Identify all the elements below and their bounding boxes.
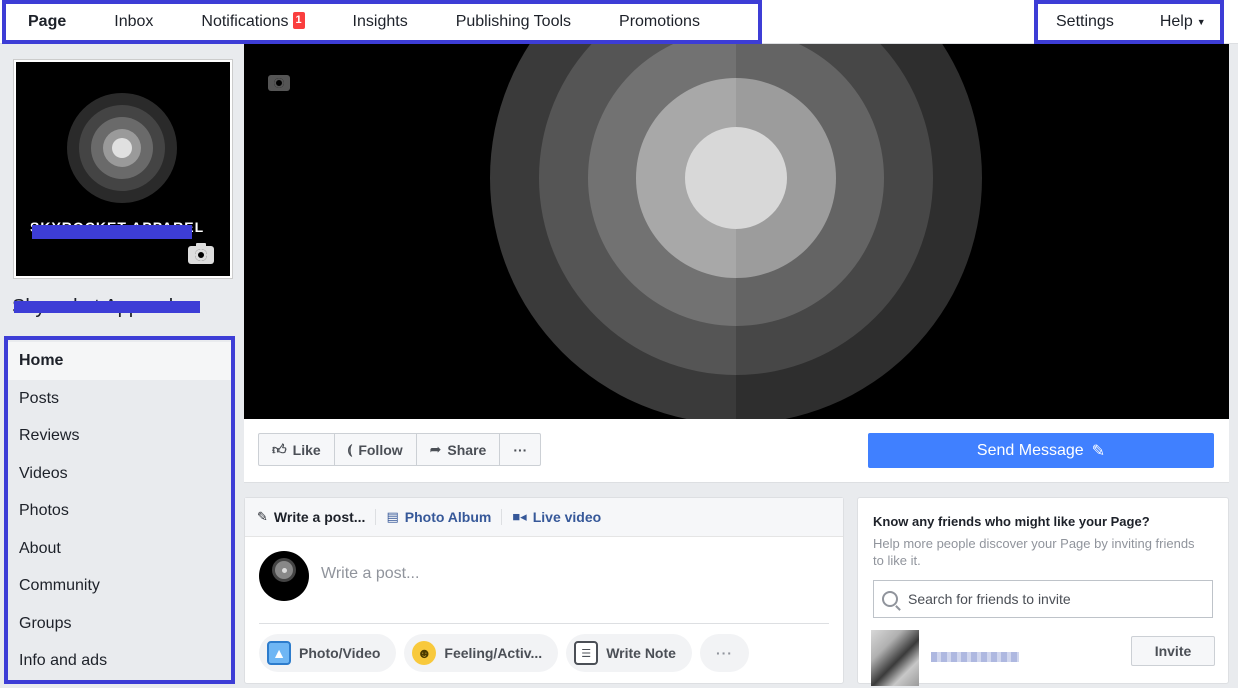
search-icon (882, 591, 898, 607)
thumbs-up-icon: 👍︎ (272, 441, 287, 457)
feeling-activity-label: Feeling/Activ... (444, 645, 543, 661)
sidebar-item-info-and-ads[interactable]: Info and ads (8, 642, 231, 680)
feeling-activity-button[interactable]: ☻ Feeling/Activ... (404, 634, 559, 672)
more-label: ··· (513, 441, 528, 458)
tab-live-video-label: Live video (532, 509, 602, 525)
avatar (259, 551, 309, 601)
profile-picture[interactable]: SKYROCKET APPAREL (13, 59, 233, 279)
tab-live-video[interactable]: ■◂ Live video (512, 509, 611, 525)
tab-inbox[interactable]: Inbox (114, 13, 153, 31)
cover-core (685, 127, 787, 229)
tab-promotions[interactable]: Promotions (619, 13, 700, 31)
tab-photo-album[interactable]: ▤ Photo Album (386, 509, 503, 525)
send-message-label: Send Message (976, 441, 1084, 459)
friend-suggestion-row: Invite (871, 630, 1215, 686)
sidebar-item-photos[interactable]: Photos (8, 492, 231, 530)
camera-icon[interactable] (188, 243, 214, 264)
composer-actions: ▲ Photo/Video ☻ Feeling/Activ... ☰ Write… (245, 624, 843, 682)
composer-body: Write a post... (245, 537, 843, 623)
help-dropdown[interactable]: Help ▼ (1160, 13, 1206, 31)
pencil-icon: ✎ (257, 509, 268, 524)
friend-name-redacted (931, 652, 1019, 662)
invite-description: Help more people discover your Page by i… (873, 536, 1195, 568)
smiley-icon: ☻ (412, 641, 437, 665)
page-sidebar-nav: Home Posts Reviews Videos Photos About C… (4, 336, 235, 684)
photo-video-label: Photo/Video (299, 645, 381, 661)
video-camera-icon: ■◂ (512, 509, 527, 524)
tab-page[interactable]: Page (28, 13, 66, 31)
invite-button[interactable]: Invite (1131, 636, 1215, 666)
tab-insights[interactable]: Insights (353, 13, 408, 31)
page-nav-right: Settings Help ▼ (1034, 0, 1224, 44)
logo-core (112, 138, 132, 158)
cover-photo[interactable] (244, 44, 1229, 419)
like-button[interactable]: 👍︎ Like (259, 434, 335, 465)
share-label: Share (447, 441, 487, 458)
invite-friends-card: Know any friends who might like your Pag… (857, 497, 1229, 686)
tab-write-post-label: Write a post... (273, 509, 366, 525)
pencil-icon: ✎ (1091, 442, 1106, 460)
post-text-input[interactable]: Write a post... (321, 565, 419, 583)
tab-notifications-label: Notifications (201, 13, 289, 30)
more-options-button[interactable]: ··· (500, 434, 540, 465)
post-composer: ✎ Write a post... ▤ Photo Album ■◂ Live … (244, 497, 844, 684)
note-icon: ☰ (574, 641, 599, 665)
follow-label: Follow (358, 441, 403, 458)
sidebar-item-reviews[interactable]: Reviews (8, 417, 231, 455)
sidebar-item-community[interactable]: Community (8, 567, 231, 605)
tab-write-post[interactable]: ✎ Write a post... (257, 509, 377, 525)
camera-icon[interactable] (268, 75, 290, 91)
share-arrow-icon: ➦ (429, 441, 442, 457)
tab-publishing-tools[interactable]: Publishing Tools (456, 13, 571, 31)
invite-search-box[interactable] (873, 580, 1213, 618)
page-action-bar: 👍︎ Like ⦅ Follow ➦ Share ··· Send Messag… (244, 419, 1229, 483)
sidebar-item-home[interactable]: Home (8, 342, 231, 380)
share-button[interactable]: ➦ Share (417, 434, 501, 465)
composer-tabs: ✎ Write a post... ▤ Photo Album ■◂ Live … (245, 498, 843, 537)
page-nav-tabs: Page Inbox Notifications 1 Insights Publ… (2, 0, 762, 44)
avatar-logo-core (282, 568, 287, 573)
photo-video-button[interactable]: ▲ Photo/Video (259, 634, 397, 672)
sidebar-item-posts[interactable]: Posts (8, 380, 231, 418)
like-label: Like (292, 441, 321, 458)
more-composer-label: ··· (715, 645, 733, 661)
page-top-nav: Page Inbox Notifications 1 Insights Publ… (0, 0, 1238, 44)
tab-photo-album-label: Photo Album (404, 509, 492, 525)
caret-down-icon: ▼ (1196, 17, 1206, 27)
rss-icon: ⦅ (347, 441, 353, 457)
friend-avatar (871, 630, 919, 686)
more-composer-options-button[interactable]: ··· (699, 634, 749, 672)
invite-title: Know any friends who might like your Pag… (873, 514, 1150, 529)
photo-album-icon: ▤ (386, 509, 399, 524)
tab-notifications[interactable]: Notifications 1 (201, 11, 305, 31)
page-action-buttons: 👍︎ Like ⦅ Follow ➦ Share ··· (258, 433, 542, 466)
help-label: Help (1159, 13, 1193, 30)
send-message-button[interactable]: Send Message ✎ (868, 433, 1214, 468)
sidebar-item-videos[interactable]: Videos (8, 455, 231, 493)
photo-icon: ▲ (267, 641, 291, 665)
invite-search-input[interactable] (908, 591, 1188, 607)
sidebar-item-groups[interactable]: Groups (8, 605, 231, 643)
redaction-bar (32, 225, 192, 239)
write-note-button[interactable]: ☰ Write Note (566, 634, 692, 672)
settings-link[interactable]: Settings (1056, 13, 1114, 31)
redaction-bar (14, 301, 200, 313)
sidebar-item-about[interactable]: About (8, 530, 231, 568)
follow-button[interactable]: ⦅ Follow (335, 434, 417, 465)
write-note-label: Write Note (606, 645, 676, 661)
notifications-badge: 1 (292, 11, 305, 29)
